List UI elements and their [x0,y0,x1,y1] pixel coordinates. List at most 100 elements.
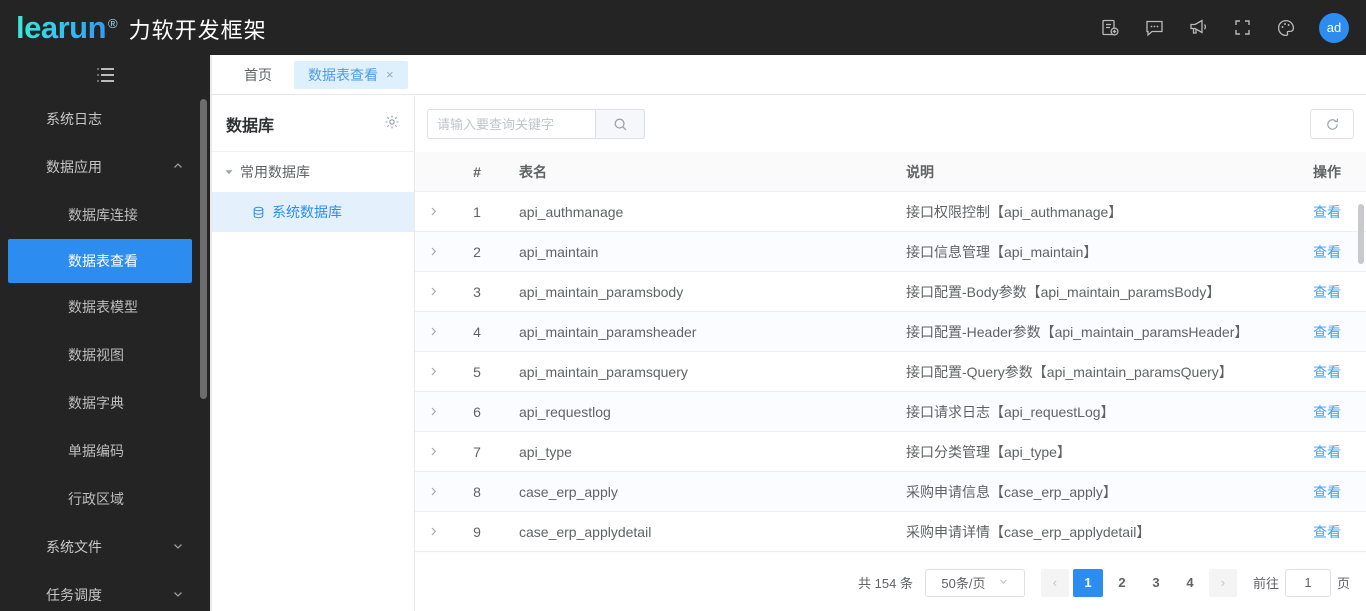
table-row[interactable]: 8 case_erp_apply 采购申请信息【case_erp_apply】 查看 [415,472,1366,512]
row-expand-icon[interactable] [415,286,451,297]
row-description: 接口分类管理【api_type】 [906,443,1071,460]
pagination-next-button[interactable]: › [1208,568,1237,597]
table-row[interactable]: 9 case_erp_applydetail 采购申请详情【case_erp_app… [415,512,1366,552]
table-body: 1 api_authmanage 接口权限控制【api_authmanage】 查看 2… [415,192,1366,554]
refresh-button[interactable] [1310,109,1354,139]
row-table-name: api_maintain_paramsbody [519,283,684,300]
row-view-link[interactable]: 查看 [1313,364,1341,380]
chevron-down-icon [998,575,1009,590]
sidebar-item-3[interactable]: 数据表查看 [8,239,192,283]
table-row[interactable]: 3 api_maintain_paramsbody 接口配置-Body参数【api_… [415,272,1366,312]
table-row[interactable]: 7 api_type 接口分类管理【api_type】 查看 [415,432,1366,472]
table-header-index: # [473,163,481,180]
database-panel: 数据库 常用数据库 系统数据库 [212,96,415,611]
row-description: 采购申请详情【case_erp_applydetail】 [906,523,1151,540]
brand-name: learun [16,9,107,45]
sidebar-item-label: 系统文件 [46,539,102,555]
row-index: 5 [473,363,481,380]
pagination-jump-suffix: 页 [1336,576,1350,591]
row-view-link[interactable]: 查看 [1313,444,1341,460]
sidebar-item-8[interactable]: 行政区域 [0,475,210,523]
gear-icon[interactable] [384,114,400,133]
content-area: 数据库 常用数据库 系统数据库 请输入要查询关键字 # 表名 说明 操作 1 a… [212,96,1366,611]
sidebar-item-5[interactable]: 数据视图 [0,331,210,379]
chevron-up-icon [172,159,184,175]
registered-trademark-icon: ® [108,15,118,31]
sidebar-item-2[interactable]: 数据库连接 [0,191,210,239]
top-header-bar: learun ® 力软开发框架 ad [0,0,1366,55]
pagination-jump-input[interactable] [1284,568,1331,597]
sidebar: 系统日志数据应用数据库连接数据表查看数据表模型数据视图 数据字典单据编码行政区域系… [0,55,210,611]
table-header-tablename: 表名 [519,163,547,180]
row-view-link[interactable]: 查看 [1313,244,1341,260]
table-row[interactable]: 5 api_maintain_paramsquery 接口配置-Query参数【ap… [415,352,1366,392]
row-expand-icon[interactable] [415,326,451,337]
pagination-page-1[interactable]: 1 [1072,568,1103,597]
row-view-link[interactable]: 查看 [1313,204,1341,220]
row-index: 7 [473,443,481,460]
row-view-link[interactable]: 查看 [1313,324,1341,340]
sidebar-item-10[interactable]: 任务调度 [0,571,210,611]
row-table-name: api_maintain [519,243,599,260]
sidebar-item-0[interactable]: 系统日志 [0,95,210,143]
table-row[interactable]: 2 api_maintain 接口信息管理【api_maintain】 查看 [415,232,1366,272]
table-scrollbar[interactable] [1358,204,1364,264]
pagination-page-3[interactable]: 3 [1141,569,1171,597]
row-expand-icon[interactable] [415,486,451,497]
row-expand-icon[interactable] [415,406,451,417]
sidebar-item-7[interactable]: 单据编码 [0,427,210,475]
row-view-link[interactable]: 查看 [1313,284,1341,300]
sidebar-item-label: 数据应用 [46,159,102,175]
sidebar-item-4[interactable]: 数据表模型 [0,283,210,331]
search-input[interactable] [427,109,595,139]
row-description: 接口信息管理【api_maintain】 [906,243,1098,260]
table-body-scroll-area: 1 api_authmanage 接口权限控制【api_authmanage】 查看 2… [415,192,1366,554]
search-box [427,109,645,139]
tree-node-1[interactable]: 系统数据库 [212,192,414,232]
sidebar-item-label: 单据编码 [68,443,124,459]
chevron-down-icon [172,539,184,555]
pagination-page-2[interactable]: 2 [1107,569,1137,597]
table-row[interactable]: 6 api_requestlog 接口请求日志【api_requestLog】 查看 [415,392,1366,432]
sidebar-item-label: 数据表查看 [68,253,138,269]
tree-expand-arrow-icon[interactable] [224,167,234,177]
fullscreen-icon[interactable] [1231,17,1253,39]
row-expand-icon[interactable] [415,206,451,217]
database-icon [252,206,265,219]
palette-icon[interactable] [1275,17,1297,39]
sidebar-item-label: 数据库连接 [68,207,138,223]
brand-logo[interactable]: learun ® 力软开发框架 [0,10,267,46]
table-row[interactable]: 4 api_maintain_paramsheader 接口配置-Header参数【… [415,312,1366,352]
table-row[interactable]: 1 api_authmanage 接口权限控制【api_authmanage】 查看 [415,192,1366,232]
row-table-name: api_maintain_paramsquery [519,363,688,380]
row-expand-icon[interactable] [415,366,451,377]
sidebar-item-1[interactable]: 数据应用 [0,143,210,191]
megaphone-icon[interactable] [1187,17,1209,39]
chat-icon[interactable] [1143,17,1165,39]
row-view-link[interactable]: 查看 [1313,404,1341,420]
row-view-link[interactable]: 查看 [1313,524,1341,540]
pagination: 共 154 条 50条/页 ‹1234› 前往 页 [415,554,1366,611]
tab-1[interactable]: 数据表查看 × [294,60,408,89]
row-expand-icon[interactable] [415,446,451,457]
app-root: learun ® 力软开发框架 ad 系统日志 数据应用 数据库连接 数据表查看… [0,0,1366,611]
page-size-select[interactable]: 50条/页 [924,568,1025,597]
close-icon[interactable]: × [386,68,394,81]
sidebar-item-9[interactable]: 系统文件 [0,523,210,571]
search-button[interactable] [595,109,645,139]
sidebar-item-label: 数据表模型 [68,299,138,315]
header-actions: ad [1099,12,1366,43]
pagination-page-4[interactable]: 4 [1175,569,1205,597]
file-add-icon[interactable] [1099,17,1121,39]
menu-fold-icon[interactable] [0,55,210,95]
row-view-link[interactable]: 查看 [1313,484,1341,500]
tree-node-0[interactable]: 常用数据库 [212,152,414,192]
row-index: 2 [473,243,481,260]
avatar[interactable]: ad [1319,12,1349,43]
row-expand-icon[interactable] [415,246,451,257]
pagination-prev-button[interactable]: ‹ [1040,568,1069,597]
sidebar-item-6[interactable]: 数据字典 [0,379,210,427]
row-expand-icon[interactable] [415,526,451,537]
row-description: 接口配置-Body参数【api_maintain_paramsBody】 [906,283,1221,300]
tab-0[interactable]: 首页 [230,61,286,89]
